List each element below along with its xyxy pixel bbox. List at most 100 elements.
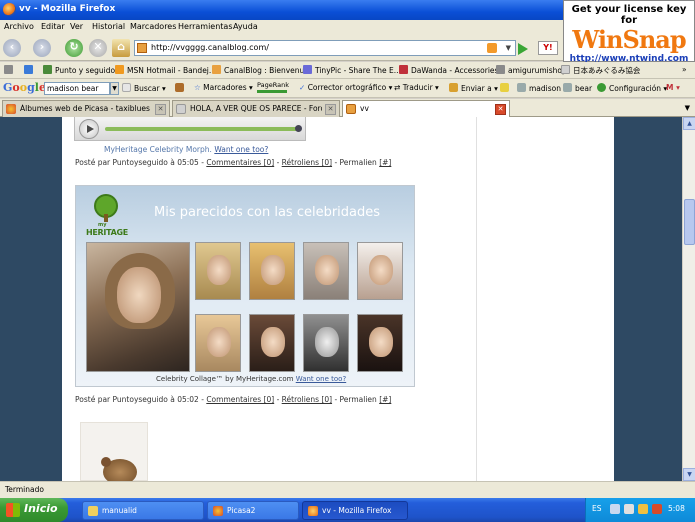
stop-button[interactable]: ✕ xyxy=(89,39,107,57)
post-meta-1: Posté par Puntoyseguido à 05:05 - Commen… xyxy=(75,158,392,167)
taskbar-item-picasa2[interactable]: Picasa2 xyxy=(207,501,299,520)
google-configuracion-button[interactable]: Configuración ▾ xyxy=(597,83,667,93)
comments-link[interactable]: Commentaires [0] xyxy=(206,158,274,167)
celebrity-photo xyxy=(195,314,241,372)
tab-vv[interactable]: vv ✕ xyxy=(342,100,510,117)
google-buscar-button[interactable]: Buscar ▾ xyxy=(122,83,166,93)
address-dropdown-icon[interactable]: ▼ xyxy=(506,44,511,52)
network-icon[interactable] xyxy=(624,504,634,514)
tab-close-button[interactable]: ✕ xyxy=(325,104,336,115)
want-one-too-link[interactable]: Want one too? xyxy=(214,145,268,154)
windows-flag-icon xyxy=(6,503,20,517)
back-button[interactable]: ‹ xyxy=(3,39,21,57)
google-pagerank: PageRank xyxy=(257,81,289,93)
menu-archivo[interactable]: Archivo xyxy=(4,22,34,31)
msn-butterfly-icon xyxy=(115,65,124,74)
google-traducir-button[interactable]: ⇄ Traducir ▾ xyxy=(394,83,439,92)
security-shield-icon[interactable] xyxy=(652,504,662,514)
status-text: Terminado xyxy=(5,485,44,494)
google-logo[interactable]: Google xyxy=(3,81,46,94)
language-indicator[interactable]: ES xyxy=(592,504,602,513)
search-term-madison[interactable]: madison xyxy=(517,83,561,93)
rss-feed-icon[interactable] xyxy=(487,43,497,53)
tab-close-button[interactable]: ✕ xyxy=(155,104,166,115)
start-button[interactable]: Inicio xyxy=(0,498,68,522)
winsnap-banner: Get your license key for WinSnap http://… xyxy=(563,0,695,64)
google-marcadores-button[interactable]: ☆ Marcadores ▾ xyxy=(194,83,253,92)
menu-historial[interactable]: Historial xyxy=(92,22,125,31)
gmail-icon[interactable]: M ▾ xyxy=(666,83,680,92)
permalink-link[interactable]: [#] xyxy=(379,395,391,404)
playback-slider[interactable] xyxy=(105,127,299,131)
google-search-dropdown-icon[interactable]: ▼ xyxy=(110,82,119,95)
amigurumishop-icon xyxy=(496,65,505,74)
bookmark-icon-1[interactable] xyxy=(4,65,16,77)
menu-ver[interactable]: Ver xyxy=(70,22,83,31)
highlight-icon[interactable] xyxy=(500,83,512,93)
vertical-scrollbar[interactable]: ▲ ▼ xyxy=(682,117,695,481)
comments-link[interactable]: Commentaires [0] xyxy=(206,395,274,404)
google-corrector-button[interactable]: ✓ Corrector ortográfico ▾ xyxy=(299,83,392,92)
bookmark-icon-2[interactable] xyxy=(24,65,36,77)
menu-marcadores[interactable]: Marcadores xyxy=(130,22,176,31)
dawanda-icon xyxy=(399,65,408,74)
bookmark-page-icon xyxy=(24,65,33,74)
want-one-too-link[interactable]: Want one too? xyxy=(296,375,346,383)
wrench-icon xyxy=(175,83,184,92)
menu-herramientas[interactable]: Herramientas xyxy=(178,22,233,31)
trackbacks-link[interactable]: Rétroliens [0] xyxy=(282,158,332,167)
forward-button[interactable]: › xyxy=(33,39,51,57)
menu-ayuda[interactable]: Ayuda xyxy=(233,22,258,31)
bookmark-japan-amigurumi[interactable]: 日本あみぐるみ協会 xyxy=(561,65,640,77)
celebrity-photo xyxy=(357,314,403,372)
tinypic-icon xyxy=(303,65,312,74)
tab-picasa[interactable]: Álbumes web de Picasa - taxiblues - F...… xyxy=(2,100,170,117)
scroll-down-icon[interactable]: ▼ xyxy=(683,468,695,481)
tab-list-dropdown-icon[interactable]: ▼ xyxy=(685,104,690,112)
menu-editar[interactable]: Editar xyxy=(41,22,65,31)
celebrity-collage[interactable]: my HERITAGE Mis parecidos con las celebr… xyxy=(75,185,415,387)
bookmark-tinypic[interactable]: TinyPic - Share The E... xyxy=(303,65,401,77)
play-button[interactable] xyxy=(79,119,99,139)
yahoo-search-button[interactable]: Y! xyxy=(538,41,558,55)
celebrity-photo xyxy=(357,242,403,300)
menu-bar: Archivo Editar Ver Historial Marcadores … xyxy=(0,20,563,35)
go-button[interactable] xyxy=(518,43,528,55)
back-arrow-icon: ‹ xyxy=(9,40,15,53)
bookmark-msn-hotmail[interactable]: MSN Hotmail - Bandej... xyxy=(115,65,216,77)
google-enviar-button[interactable]: Enviar a ▾ xyxy=(449,83,498,93)
send-icon xyxy=(449,83,458,92)
bookmarks-overflow-icon[interactable]: » xyxy=(682,65,687,77)
google-settings-icon[interactable] xyxy=(175,83,187,93)
post-meta-2: Posté par Puntoyseguido à 05:02 - Commen… xyxy=(75,395,392,404)
tab-foro[interactable]: HOLA, A VER QUE OS PARECE - Foro ... ✕ xyxy=(172,100,340,117)
reload-button[interactable]: ↻ xyxy=(65,39,83,57)
address-bar[interactable]: http://vvgggg.canalblog.com/ ▼ xyxy=(134,40,516,56)
celebrity-photo xyxy=(249,242,295,300)
navigation-toolbar: ‹ › ↻ ✕ ⌂ http://vvgggg.canalblog.com/ ▼… xyxy=(0,35,563,61)
trackbacks-link[interactable]: Rétroliens [0] xyxy=(282,395,332,404)
taskbar-item-manualid[interactable]: manualid xyxy=(82,501,204,520)
scrollbar-thumb[interactable] xyxy=(684,199,695,245)
page-icon xyxy=(561,65,570,74)
google-search-input[interactable]: madison bear xyxy=(44,82,110,95)
tab-close-button[interactable]: ✕ xyxy=(495,104,506,115)
page-content: MyHeritage Celebrity Morph. Want one too… xyxy=(0,117,682,481)
permalink-link[interactable]: [#] xyxy=(379,158,391,167)
volume-icon[interactable] xyxy=(638,504,648,514)
bookmark-amigurumishop[interactable]: amigurumishop xyxy=(496,65,567,77)
address-text[interactable]: http://vvgggg.canalblog.com/ xyxy=(151,43,269,52)
celebrity-photo xyxy=(195,242,241,300)
slider-handle[interactable] xyxy=(295,125,302,132)
taskbar-item-firefox[interactable]: vv - Mozilla Firefox xyxy=(302,501,408,520)
user-photo xyxy=(86,242,190,372)
widget-caption: MyHeritage Celebrity Morph. Want one too… xyxy=(104,145,269,154)
home-button[interactable]: ⌂ xyxy=(112,39,130,57)
stop-icon: ✕ xyxy=(93,40,103,53)
bookmark-punto-y-seguido[interactable]: Punto y seguido xyxy=(43,65,115,77)
search-term-bear[interactable]: bear xyxy=(563,83,592,93)
scroll-up-icon[interactable]: ▲ xyxy=(683,117,695,130)
bookmark-canalblog[interactable]: CanalBlog : Bienvenue xyxy=(212,65,309,77)
keyboard-icon[interactable] xyxy=(610,504,620,514)
bookmark-dawanda[interactable]: DaWanda - Accessories xyxy=(399,65,498,77)
